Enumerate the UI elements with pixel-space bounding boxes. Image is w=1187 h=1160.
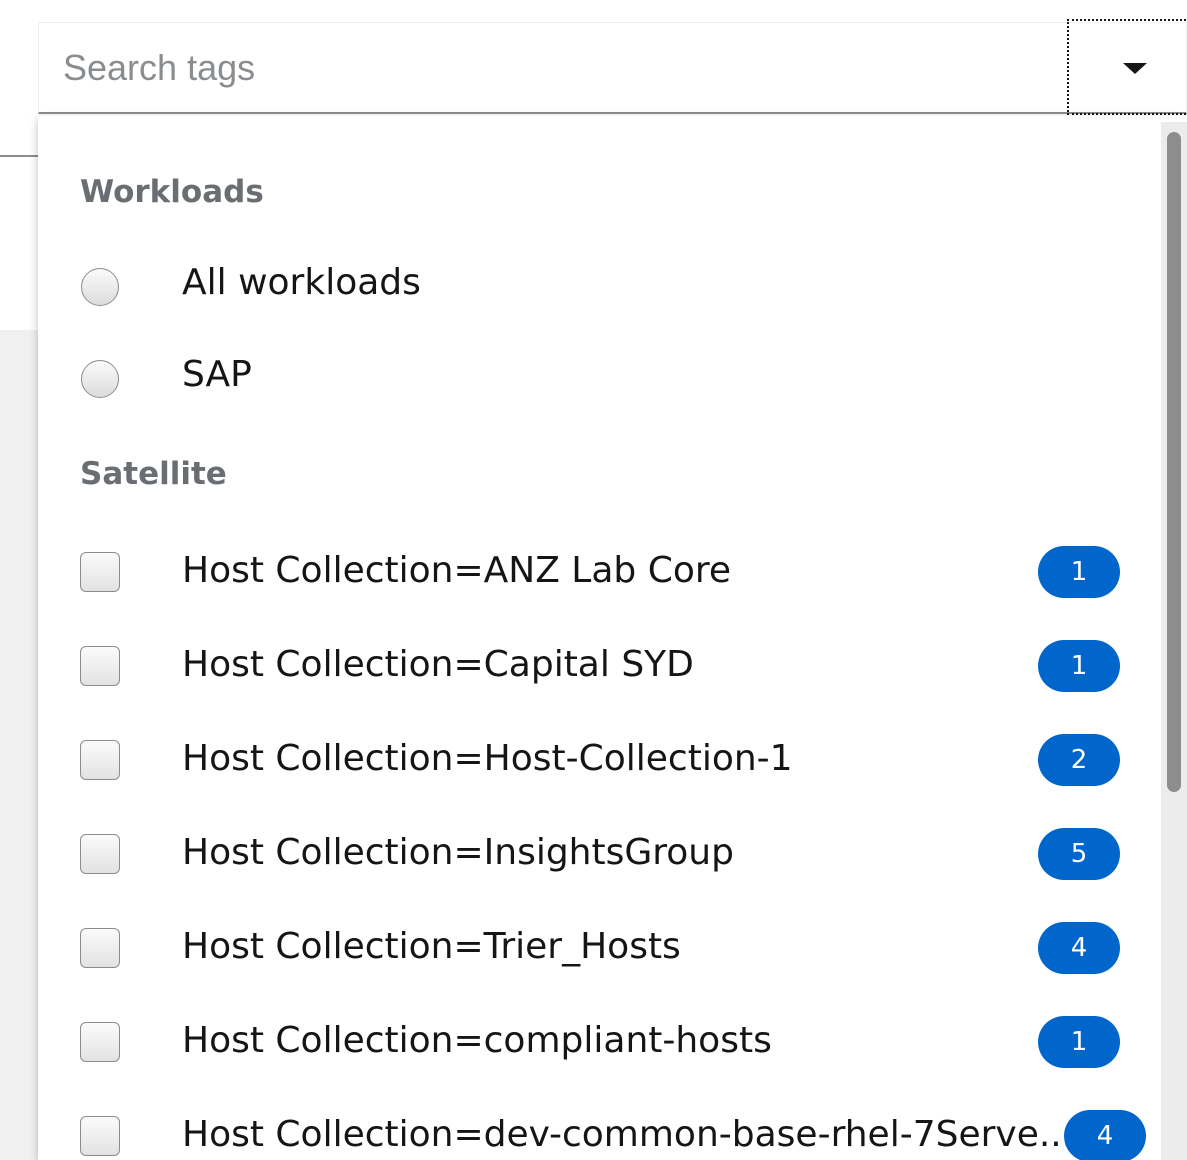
- radio-button[interactable]: [81, 268, 119, 306]
- menu-scrollbar[interactable]: [1161, 122, 1187, 1160]
- checkbox[interactable]: [80, 740, 120, 780]
- radio-button[interactable]: [81, 360, 119, 398]
- dropdown-toggle-button[interactable]: [1067, 19, 1187, 115]
- tag-option[interactable]: Host Collection=ANZ Lab Core 1: [78, 538, 1120, 618]
- checkbox[interactable]: [80, 646, 120, 686]
- tag-filter-screen: Workloads All workloads SAP Satellite Ho…: [0, 0, 1187, 1160]
- option-label: Host Collection=Capital SYD: [182, 644, 694, 685]
- checkbox[interactable]: [80, 1022, 120, 1062]
- count-badge: 2: [1038, 734, 1120, 786]
- page-background: [0, 330, 40, 1160]
- checkbox[interactable]: [80, 928, 120, 968]
- tag-search-select[interactable]: [38, 19, 1187, 115]
- page-divider: [0, 155, 40, 157]
- tag-option[interactable]: Host Collection=compliant-hosts 1: [78, 1008, 1120, 1088]
- tags-dropdown-menu: Workloads All workloads SAP Satellite Ho…: [38, 116, 1187, 1160]
- caret-down-icon: [1123, 63, 1147, 74]
- checkbox[interactable]: [80, 552, 120, 592]
- option-label: Host Collection=Host-Collection-1: [182, 738, 793, 779]
- workload-option-all[interactable]: All workloads: [78, 250, 1118, 330]
- option-label: SAP: [182, 354, 252, 395]
- count-badge: 1: [1038, 546, 1120, 598]
- tag-option[interactable]: Host Collection=Capital SYD 1: [78, 632, 1120, 712]
- tag-option[interactable]: Host Collection=Host-Collection-1 2: [78, 726, 1120, 806]
- group-title-workloads: Workloads: [80, 174, 264, 210]
- option-label: Host Collection=dev-common-base-rhel-7Se…: [182, 1114, 1074, 1155]
- count-badge: 1: [1038, 1016, 1120, 1068]
- group-title-satellite: Satellite: [80, 456, 227, 492]
- checkbox[interactable]: [80, 1116, 120, 1156]
- option-label: Host Collection=ANZ Lab Core: [182, 550, 732, 591]
- search-tags-input[interactable]: [39, 23, 1067, 113]
- count-badge: 4: [1038, 922, 1120, 974]
- count-badge: 5: [1038, 828, 1120, 880]
- option-label: Host Collection=compliant-hosts: [182, 1020, 772, 1061]
- count-badge: 4: [1064, 1110, 1146, 1160]
- scrollbar-thumb[interactable]: [1167, 132, 1181, 792]
- tag-option[interactable]: Host Collection=InsightsGroup 5: [78, 820, 1120, 900]
- option-label: Host Collection=Trier_Hosts: [182, 926, 681, 967]
- count-badge: 1: [1038, 640, 1120, 692]
- option-label: All workloads: [182, 262, 421, 303]
- option-label: Host Collection=InsightsGroup: [182, 832, 734, 873]
- tag-option[interactable]: Host Collection=Trier_Hosts 4: [78, 914, 1120, 994]
- tag-option[interactable]: Host Collection=dev-common-base-rhel-7Se…: [78, 1102, 1146, 1160]
- checkbox[interactable]: [80, 834, 120, 874]
- workload-option-sap[interactable]: SAP: [78, 342, 1118, 422]
